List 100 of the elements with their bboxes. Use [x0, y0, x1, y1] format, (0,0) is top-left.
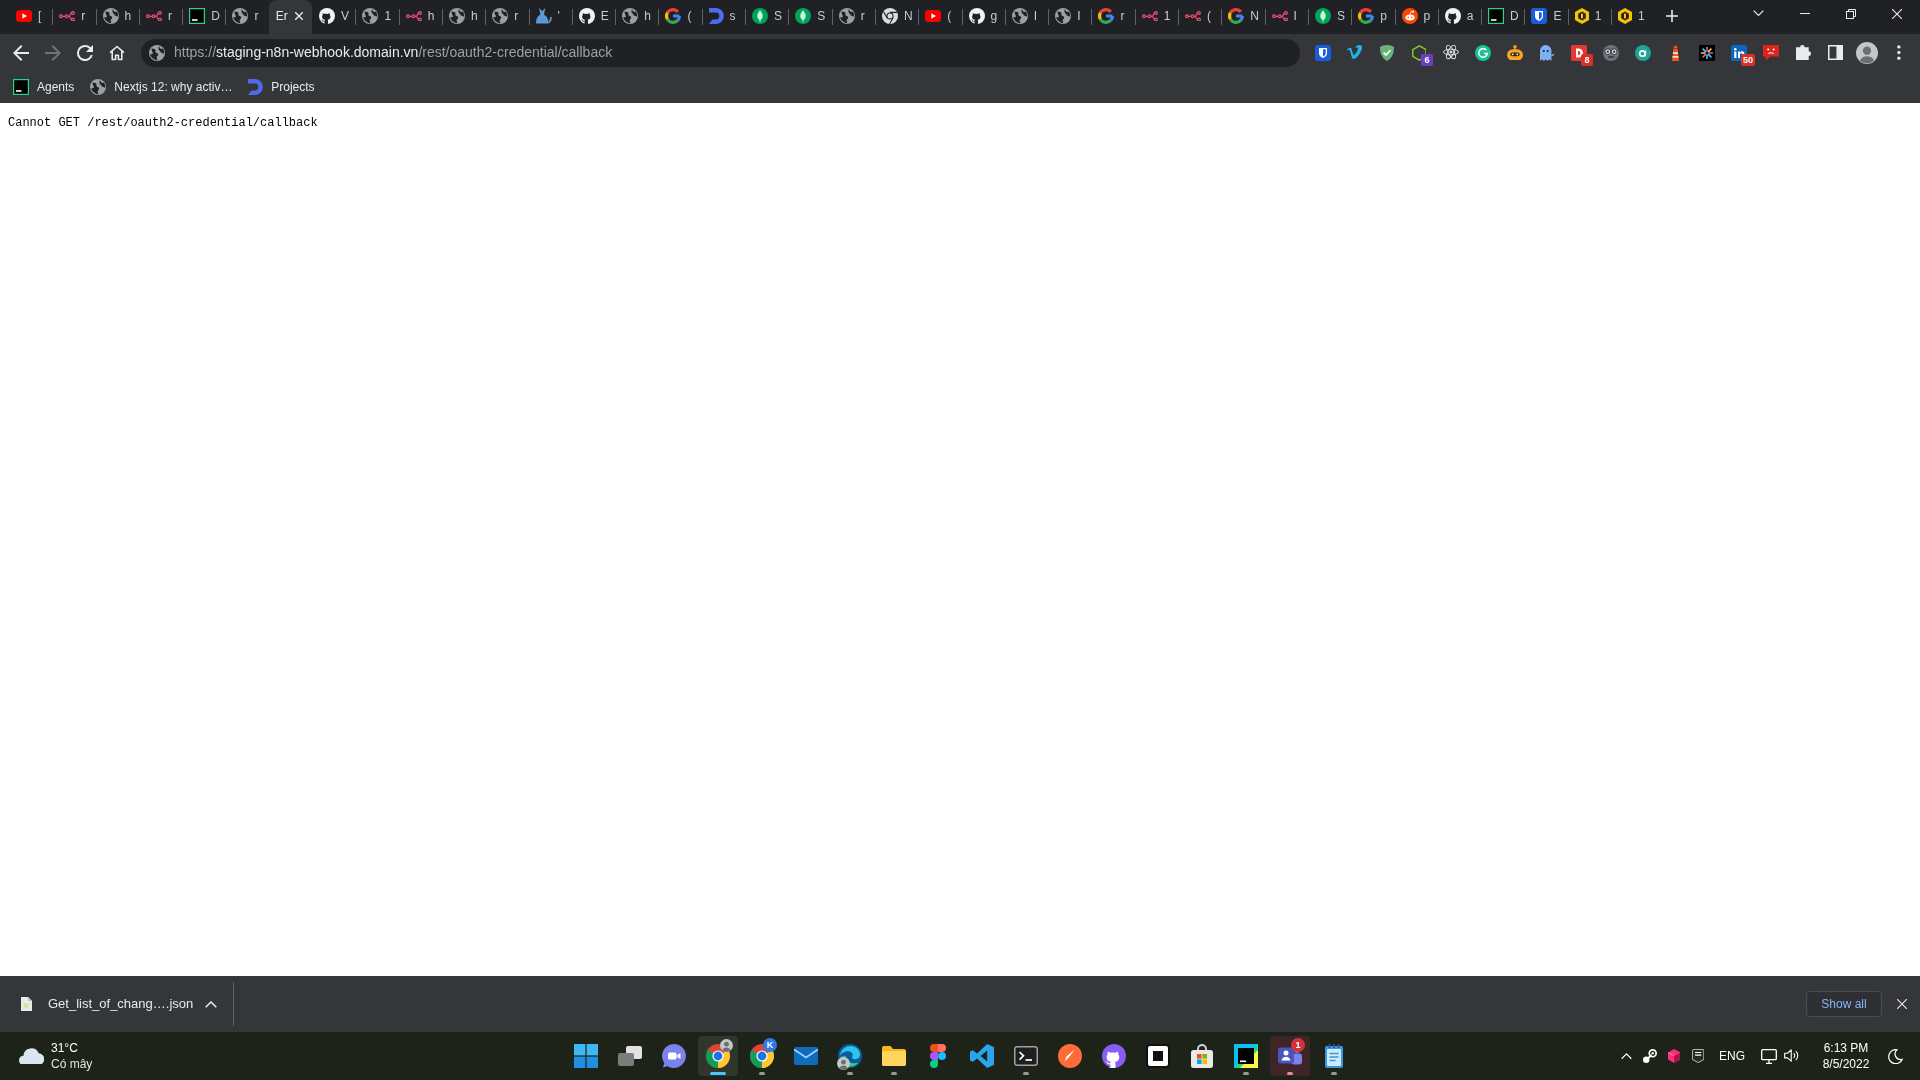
browser-tab[interactable]: V	[312, 0, 356, 34]
cloud-icon[interactable]	[18, 1047, 44, 1065]
folder-icon[interactable]	[882, 1046, 906, 1066]
browser-tab[interactable]: 1	[1611, 0, 1655, 34]
square-logo-icon[interactable]	[1146, 1044, 1170, 1068]
restore-icon[interactable]	[1846, 8, 1856, 19]
shield-check-icon[interactable]	[1380, 44, 1394, 61]
browser-tab[interactable]: N	[1221, 0, 1265, 34]
browser-tab[interactable]: p	[1351, 0, 1395, 34]
video-chat-icon[interactable]	[662, 1044, 686, 1068]
browser-tab[interactable]: h	[441, 0, 486, 34]
globe-icon[interactable]	[149, 44, 165, 61]
speech-bubble-icon[interactable]	[1763, 44, 1779, 61]
browser-tab[interactable]: h	[95, 0, 139, 34]
clock-time[interactable]: 6:13 PM	[1808, 1040, 1884, 1056]
hexagon-outline-icon[interactable]	[1411, 44, 1427, 61]
browser-tab[interactable]: p	[1394, 0, 1438, 34]
home-icon[interactable]	[109, 44, 125, 61]
browser-tab[interactable]: Er	[268, 0, 313, 34]
terminal-icon[interactable]	[1014, 1046, 1038, 1066]
taskbar-button[interactable]	[698, 1036, 738, 1076]
atom-icon[interactable]	[1443, 45, 1459, 60]
browser-tab[interactable]: I	[1264, 0, 1308, 34]
browser-tab[interactable]: (	[918, 0, 962, 34]
ring-logo-icon[interactable]	[1475, 44, 1491, 61]
shield-icon[interactable]	[1315, 44, 1331, 61]
browser-tab[interactable]: s	[701, 0, 746, 34]
browser-tab[interactable]: g	[961, 0, 1005, 34]
browser-tab[interactable]: I	[1004, 0, 1049, 34]
people-logo-icon[interactable]	[1278, 1047, 1302, 1065]
close-icon[interactable]	[1892, 8, 1902, 19]
puzzle-icon[interactable]	[1795, 45, 1811, 60]
browser-tab[interactable]: D	[182, 0, 226, 34]
bookmark-item[interactable]: Projects	[240, 74, 323, 100]
overlapping-windows-icon[interactable]	[618, 1046, 642, 1066]
moon-icon[interactable]	[1887, 1048, 1903, 1064]
close-icon[interactable]	[1897, 999, 1907, 1009]
browser-tab[interactable]: N	[874, 0, 919, 34]
browser-tab[interactable]: h	[615, 0, 659, 34]
cat-logo-icon[interactable]	[1102, 1044, 1126, 1068]
browser-tab[interactable]: E	[571, 0, 616, 34]
bookmark-item[interactable]: Agents	[5, 74, 83, 100]
browser-tab[interactable]: 1	[355, 0, 399, 34]
browser-tab[interactable]: (	[1178, 0, 1222, 34]
starburst-icon[interactable]	[1699, 44, 1715, 61]
cube-icon[interactable]	[1667, 1049, 1681, 1063]
ghost-icon[interactable]	[1539, 44, 1555, 61]
browser-tab[interactable]: (	[658, 0, 702, 34]
more-menu-icon[interactable]	[1897, 45, 1901, 60]
side-panel-icon[interactable]	[1827, 45, 1843, 60]
shopping-bag-icon[interactable]	[1190, 1044, 1214, 1068]
address-field[interactable]: https://staging-n8n-webhook.domain.vn/rest/oauth2-credential/callback	[141, 38, 1300, 67]
browser-tab[interactable]: 1	[1567, 0, 1611, 34]
square-logo-icon[interactable]	[1234, 1044, 1258, 1068]
lighthouse-icon[interactable]	[1671, 44, 1679, 61]
close-icon[interactable]	[295, 12, 304, 20]
speaker-icon[interactable]	[1783, 1049, 1799, 1063]
browser-tab[interactable]: S	[745, 0, 789, 34]
language-indicator[interactable]: ENG	[1710, 1047, 1754, 1065]
browser-tab[interactable]: E	[1524, 0, 1568, 34]
reload-icon[interactable]	[77, 44, 93, 61]
bookmark-item[interactable]: Nextjs 12: why activ…	[82, 74, 241, 100]
browser-tab[interactable]: D	[1481, 0, 1525, 34]
robot-icon[interactable]	[1507, 44, 1523, 61]
chevron-up-icon[interactable]	[205, 1000, 218, 1008]
envelope-icon[interactable]	[794, 1047, 818, 1065]
clock-date[interactable]: 8/5/2022	[1808, 1056, 1884, 1072]
plus-icon[interactable]	[1666, 10, 1679, 22]
browser-tab[interactable]: [	[9, 0, 53, 34]
browser-logo-icon[interactable]	[750, 1044, 774, 1068]
v-mark-icon[interactable]	[1347, 45, 1363, 60]
wheel-logo-icon[interactable]	[1643, 1049, 1657, 1063]
browser-tab[interactable]: I	[1048, 0, 1092, 34]
taskbar-button[interactable]: 1	[1270, 1036, 1310, 1076]
show-all-button[interactable]: Show all	[1806, 991, 1882, 1017]
monitor-icon[interactable]	[1761, 1048, 1777, 1064]
circle-logo-icon[interactable]	[1635, 44, 1651, 61]
goggles-icon[interactable]	[1603, 44, 1619, 61]
shield-logo-icon[interactable]	[1691, 1049, 1705, 1063]
browser-tab[interactable]: r	[485, 0, 529, 34]
chevron-down-icon[interactable]	[1752, 10, 1764, 17]
browser-tab[interactable]: S	[1307, 0, 1352, 34]
notepad-icon[interactable]	[1325, 1044, 1343, 1068]
back-icon[interactable]	[13, 44, 29, 61]
browser-tab[interactable]: 1	[1134, 0, 1178, 34]
browser-tab[interactable]: r	[52, 0, 96, 34]
browser-tab[interactable]: r	[831, 0, 875, 34]
browser-tab[interactable]: r	[138, 0, 183, 34]
four-squares-icon[interactable]	[574, 1044, 598, 1068]
browser-tab[interactable]: r	[225, 0, 269, 34]
avatar-icon[interactable]	[1856, 41, 1878, 64]
ribbon-logo-icon[interactable]	[970, 1044, 994, 1068]
browser-tab[interactable]: S	[788, 0, 832, 34]
browser-tab[interactable]: h	[398, 0, 442, 34]
browser-tab[interactable]: a	[1437, 0, 1482, 34]
taskbar-button[interactable]: K	[742, 1036, 782, 1076]
shapes-logo-icon[interactable]	[930, 1044, 946, 1068]
download-item[interactable]: Get_list_of_chang….json	[0, 982, 235, 1026]
browser-tab[interactable]: '	[528, 0, 572, 34]
pen-logo-icon[interactable]	[1058, 1044, 1082, 1068]
